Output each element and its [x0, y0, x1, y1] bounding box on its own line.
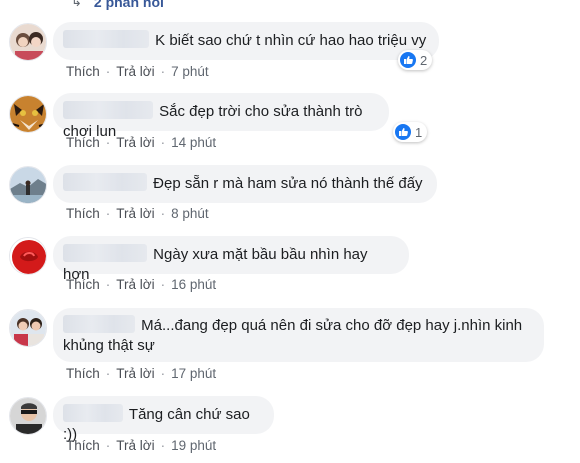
separator: ·	[105, 438, 111, 453]
reply-link[interactable]: Trả lời	[116, 277, 154, 292]
author-name-blurred[interactable]	[63, 244, 147, 262]
comment-actions: Thích · Trả lời · 16 phút	[66, 277, 216, 292]
timestamp[interactable]: 7 phút	[171, 64, 209, 79]
comment-bubble: K biết sao chứ t nhìn cứ hao hao triệu v…	[53, 22, 439, 60]
reply-link[interactable]: Trả lời	[116, 206, 154, 221]
avatar[interactable]	[9, 95, 47, 133]
reaction-count-value: 2	[420, 52, 428, 68]
separator: ·	[160, 438, 166, 453]
reply-link[interactable]: Trả lời	[116, 366, 154, 381]
comment-bubble: Ngày xưa mặt bầu bầu nhìn hay hơn	[53, 236, 409, 283]
separator: ·	[105, 135, 111, 150]
comment-bubble: Má...đang đẹp quá nên đi sửa cho đỡ đẹp …	[53, 308, 544, 362]
thumbs-up-icon	[395, 124, 411, 140]
reply-link[interactable]: Trả lời	[116, 64, 154, 79]
comment-actions: Thích · Trả lời · 8 phút	[66, 206, 209, 221]
like-link[interactable]: Thích	[66, 277, 100, 292]
like-link[interactable]: Thích	[66, 366, 100, 381]
like-link[interactable]: Thích	[66, 135, 100, 150]
reply-arrow-icon: ↳	[71, 0, 82, 9]
replies-count-label: 2 phản hồi	[93, 0, 164, 10]
reaction-count[interactable]: 2	[398, 50, 433, 70]
like-link[interactable]: Thích	[66, 438, 100, 453]
comment-text-line-1: Má...đang đẹp quá nên đi sửa cho đỡ đẹp …	[141, 317, 523, 334]
author-name-blurred[interactable]	[63, 404, 123, 422]
author-name-blurred[interactable]	[63, 101, 153, 119]
separator: ·	[160, 64, 166, 79]
comment-text-line-2: khủng thật sự	[63, 337, 155, 354]
comment-bubble: Tăng cân chứ sao :))	[53, 396, 274, 443]
separator: ·	[105, 64, 111, 79]
separator: ·	[105, 277, 111, 292]
comment-bubble: Sắc đẹp trời cho sửa thành trò chơi lun	[53, 93, 389, 140]
comment-text: Đẹp sẵn r mà ham sửa nó thành thế đấy	[153, 175, 423, 192]
reaction-count[interactable]: 1	[393, 122, 428, 142]
separator: ·	[105, 206, 111, 221]
avatar[interactable]	[9, 166, 47, 204]
thumbs-up-icon	[400, 52, 416, 68]
view-replies-link[interactable]: ↳ 2 phản hồi	[71, 0, 164, 10]
timestamp[interactable]: 19 phút	[171, 438, 216, 453]
reply-link[interactable]: Trả lời	[116, 135, 154, 150]
comment-actions: Thích · Trả lời · 17 phút	[66, 366, 216, 381]
author-name-blurred[interactable]	[63, 315, 135, 333]
timestamp[interactable]: 17 phút	[171, 366, 216, 381]
author-name-blurred[interactable]	[63, 30, 149, 48]
separator: ·	[160, 206, 166, 221]
avatar[interactable]	[9, 309, 47, 347]
comment-text: K biết sao chứ t nhìn cứ hao hao triệu v…	[155, 32, 427, 49]
comment-actions: Thích · Trả lời · 7 phút	[66, 64, 209, 79]
separator: ·	[105, 366, 111, 381]
separator: ·	[160, 366, 166, 381]
reaction-count-value: 1	[415, 124, 423, 140]
separator: ·	[160, 135, 166, 150]
timestamp[interactable]: 14 phút	[171, 135, 216, 150]
comment-actions: Thích · Trả lời · 19 phút	[66, 438, 216, 453]
reply-link[interactable]: Trả lời	[116, 438, 154, 453]
avatar[interactable]	[9, 23, 47, 61]
avatar[interactable]	[9, 237, 47, 275]
like-link[interactable]: Thích	[66, 64, 100, 79]
avatar[interactable]	[9, 397, 47, 435]
timestamp[interactable]: 16 phút	[171, 277, 216, 292]
like-link[interactable]: Thích	[66, 206, 100, 221]
separator: ·	[160, 277, 166, 292]
comment-bubble: Đẹp sẵn r mà ham sửa nó thành thế đấy	[53, 165, 437, 203]
author-name-blurred[interactable]	[63, 173, 147, 191]
timestamp[interactable]: 8 phút	[171, 206, 209, 221]
comment-actions: Thích · Trả lời · 14 phút	[66, 135, 216, 150]
